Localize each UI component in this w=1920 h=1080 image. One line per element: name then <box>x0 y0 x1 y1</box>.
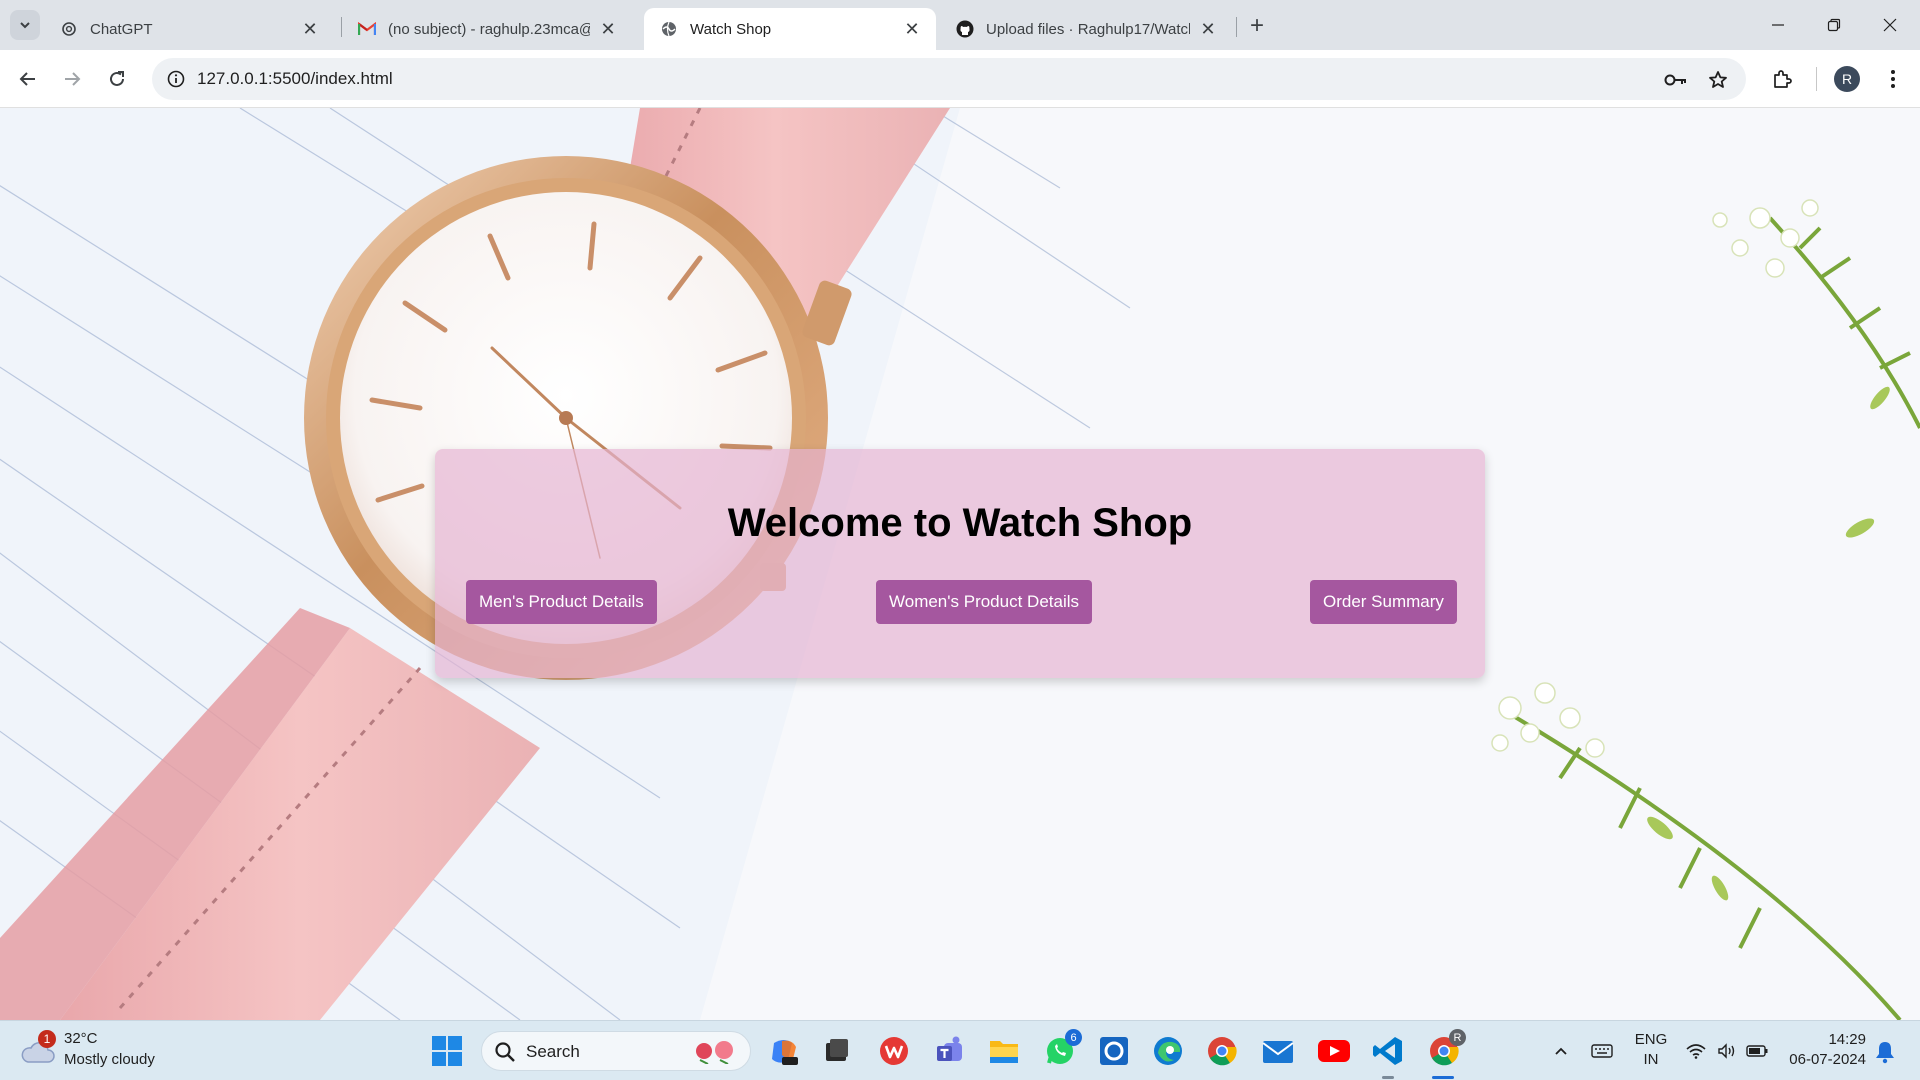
weather-temperature: 32°C <box>64 1030 98 1047</box>
youtube-icon[interactable] <box>1316 1033 1352 1069</box>
teams-icon[interactable] <box>932 1033 968 1069</box>
plus-icon: + <box>1249 12 1264 39</box>
close-window-button[interactable] <box>1862 0 1918 50</box>
active-indicator <box>1432 1076 1454 1079</box>
password-key-icon[interactable] <box>1662 66 1690 94</box>
roses-icon <box>696 1041 733 1064</box>
extensions-button[interactable] <box>1766 63 1798 95</box>
file-explorer-icon[interactable] <box>986 1033 1022 1069</box>
more-vertical-icon <box>1891 70 1895 88</box>
system-clock[interactable]: 14:29 06-07-2024 <box>1786 1030 1866 1070</box>
order-summary-button[interactable]: Order Summary <box>1310 580 1457 624</box>
tab-separator <box>1236 17 1237 37</box>
chrome-profile-badge: R <box>1449 1029 1466 1046</box>
address-bar[interactable]: 127.0.0.1:5500/index.html <box>152 58 1746 100</box>
chrome-icon[interactable] <box>1204 1033 1240 1069</box>
terminal-icon[interactable] <box>818 1033 854 1069</box>
web-page: Welcome to Watch Shop Men's Product Deta… <box>0 108 1920 1020</box>
site-info-icon[interactable] <box>162 65 190 93</box>
arrow-right-icon <box>65 72 81 86</box>
running-indicator <box>1382 1076 1394 1079</box>
edge-icon[interactable] <box>1150 1033 1186 1069</box>
restore-button[interactable] <box>1806 0 1862 50</box>
toolbar-divider <box>1816 67 1817 91</box>
copilot-icon[interactable] <box>766 1033 802 1069</box>
url-text[interactable]: 127.0.0.1:5500/index.html <box>197 69 393 89</box>
tab-github[interactable]: Upload files · Raghulp17/Watch ✕ <box>940 8 1232 50</box>
back-button[interactable] <box>12 63 44 95</box>
welcome-panel: Welcome to Watch Shop Men's Product Deta… <box>435 449 1485 678</box>
bookmark-star-icon[interactable] <box>1704 66 1732 94</box>
vscode-icon[interactable] <box>1370 1033 1406 1069</box>
whatsapp-notification-badge: 6 <box>1065 1029 1082 1046</box>
chrome-profile-icon[interactable]: R <box>1426 1029 1466 1069</box>
chatgpt-icon <box>60 20 78 38</box>
region-code: IN <box>1643 1051 1659 1068</box>
chevron-down-icon <box>20 22 30 29</box>
chevron-up-icon[interactable] <box>1548 1039 1574 1063</box>
reload-icon <box>110 71 124 86</box>
tab-title: Watch Shop <box>690 20 772 38</box>
github-icon <box>956 20 974 38</box>
tab-watch-shop[interactable]: Watch Shop ✕ <box>644 8 936 50</box>
arrow-left-icon <box>19 72 35 86</box>
tab-chatgpt[interactable]: ChatGPT ✕ <box>44 8 334 50</box>
language-indicator[interactable]: ENG IN <box>1634 1030 1668 1070</box>
volume-icon[interactable] <box>1714 1039 1740 1063</box>
browser-menu-button[interactable] <box>1878 63 1908 95</box>
page-title: Welcome to Watch Shop <box>727 501 1193 545</box>
app-icon[interactable] <box>1096 1033 1132 1069</box>
gmail-icon <box>358 20 376 38</box>
windows-start-icon[interactable] <box>431 1035 463 1067</box>
close-tab-icon[interactable]: ✕ <box>598 19 618 39</box>
battery-icon[interactable] <box>1744 1039 1770 1063</box>
browser-toolbar: 127.0.0.1:5500/index.html <box>0 50 1920 108</box>
taskbar-search-box[interactable]: Search <box>481 1031 751 1071</box>
reload-button[interactable] <box>101 63 133 95</box>
search-label: Search <box>526 1042 580 1061</box>
notification-bell-icon[interactable] <box>1872 1039 1898 1065</box>
puzzle-icon <box>1774 70 1792 88</box>
search-icon <box>495 1042 515 1062</box>
whatsapp-icon[interactable]: 6 <box>1042 1029 1082 1069</box>
close-tab-icon[interactable]: ✕ <box>902 19 922 39</box>
keyboard-icon[interactable] <box>1589 1039 1615 1063</box>
wifi-icon[interactable] <box>1683 1039 1709 1063</box>
forward-button[interactable] <box>56 63 88 95</box>
close-icon <box>1883 18 1897 32</box>
restore-icon <box>1827 18 1841 32</box>
weather-alert-badge: 1 <box>38 1030 56 1048</box>
wps-icon[interactable] <box>876 1033 912 1069</box>
tab-title: Upload files · Raghulp17/Watch <box>986 20 1190 38</box>
windows-taskbar: 1 32°C Mostly cloudy Search 6 R ENG IN 1… <box>0 1020 1920 1080</box>
mail-icon[interactable] <box>1260 1033 1296 1069</box>
new-tab-button[interactable]: + <box>1244 12 1270 39</box>
womens-product-details-button[interactable]: Women's Product Details <box>876 580 1093 624</box>
minimize-button[interactable] <box>1750 0 1806 50</box>
close-tab-icon[interactable]: ✕ <box>1198 19 1218 39</box>
tab-search-button[interactable] <box>10 10 40 40</box>
tab-title: (no subject) - raghulp.23mca@ <box>388 20 590 38</box>
language-code: ENG <box>1634 1031 1668 1048</box>
browser-tab-strip: ChatGPT ✕ (no subject) - raghulp.23mca@ … <box>0 0 1920 50</box>
weather-condition: Mostly cloudy <box>64 1051 155 1068</box>
minimize-icon <box>1772 24 1784 26</box>
globe-icon <box>660 20 678 38</box>
clock-time: 14:29 <box>1828 1031 1866 1048</box>
mens-product-details-button[interactable]: Men's Product Details <box>466 580 657 624</box>
profile-avatar[interactable]: R <box>1834 66 1860 92</box>
tab-gmail[interactable]: (no subject) - raghulp.23mca@ ✕ <box>342 8 632 50</box>
close-tab-icon[interactable]: ✕ <box>300 19 320 39</box>
tab-title: ChatGPT <box>90 20 153 38</box>
clock-date: 06-07-2024 <box>1789 1051 1866 1068</box>
